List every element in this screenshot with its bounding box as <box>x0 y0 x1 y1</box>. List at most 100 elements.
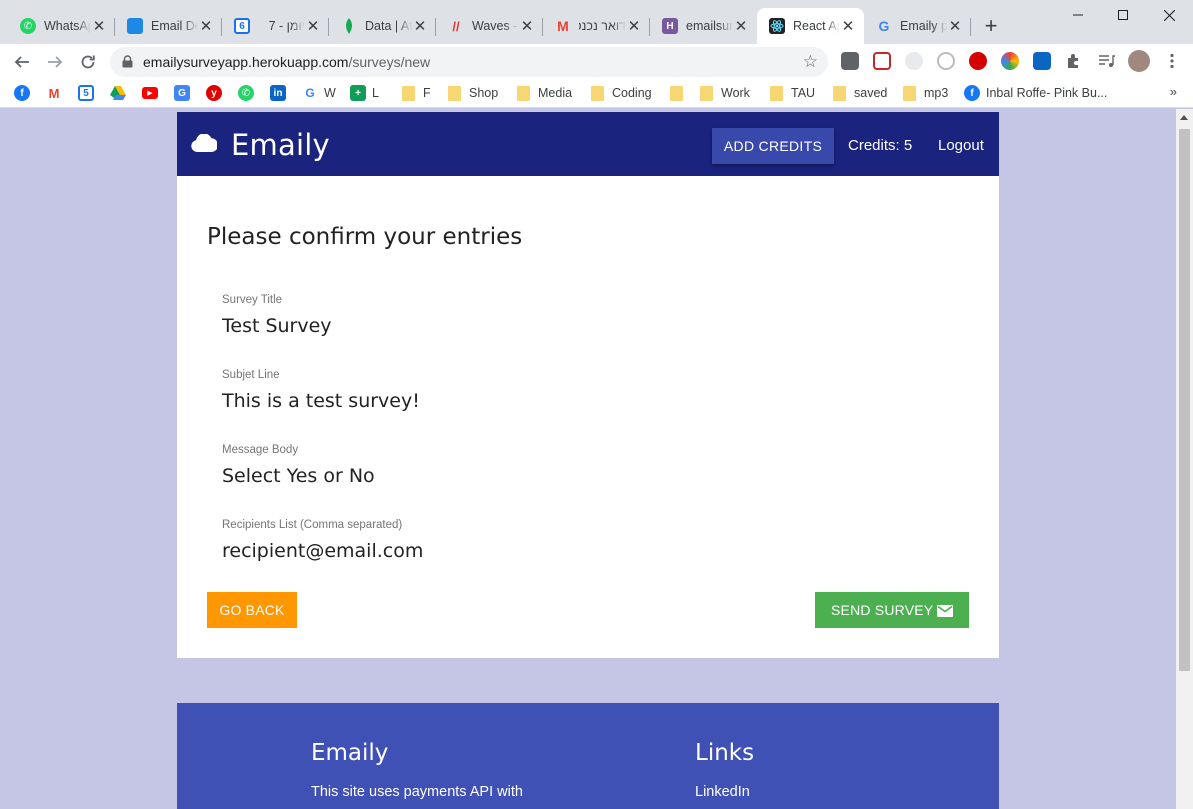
calendar-icon: 6 <box>234 18 250 34</box>
google-icon: G <box>305 86 315 100</box>
tab-whatsapp[interactable]: ✆ WhatsApp ✕ <box>8 8 115 44</box>
tab-label: WhatsApp <box>44 19 91 33</box>
window-close-button[interactable] <box>1146 0 1192 30</box>
bookmark-gmail[interactable]: M <box>46 84 68 102</box>
bookmark-folder-coding[interactable]: Coding <box>591 84 652 102</box>
close-icon[interactable]: ✕ <box>305 17 321 35</box>
reload-icon[interactable] <box>74 48 102 76</box>
bookmark-folder-work[interactable]: Work <box>700 84 750 102</box>
bookmark-inbal-roffe[interactable]: f Inbal Roffe- Pink Bu... <box>964 84 1107 102</box>
bookmark-l[interactable]: + L <box>350 84 379 102</box>
bookmark-folder[interactable] <box>670 84 691 102</box>
lock-icon <box>122 55 133 73</box>
close-icon[interactable]: ✕ <box>198 17 214 35</box>
bookmark-folder-media[interactable]: Media <box>517 84 572 102</box>
avatar[interactable] <box>1128 50 1150 72</box>
puzzle-icon[interactable] <box>1065 52 1083 70</box>
back-arrow-icon[interactable] <box>8 48 36 76</box>
new-tab-button[interactable]: + <box>980 12 1002 40</box>
close-icon[interactable]: ✕ <box>412 17 428 35</box>
review-field-recipients: Recipients List (Comma separated) recipi… <box>222 519 423 562</box>
tab-heroku[interactable]: H emailsurvey ✕ <box>650 8 757 44</box>
forward-arrow-icon[interactable] <box>41 48 69 76</box>
extension-icon[interactable] <box>905 52 923 70</box>
folder-icon <box>448 85 461 101</box>
tab-label: emailsurvey <box>686 19 733 33</box>
bookmark-label: F <box>423 86 431 100</box>
scroll-up-arrow-icon[interactable] <box>1180 115 1188 120</box>
bookmark-translate[interactable]: G <box>174 84 196 102</box>
folder-icon <box>700 85 713 101</box>
email-icon <box>937 604 953 620</box>
tab-calendar[interactable]: 6 יומן - 7 ✕ <box>222 8 329 44</box>
tab-label: Data | Atlas <box>365 19 412 33</box>
whatsapp-icon: ✆ <box>20 18 36 34</box>
scrollbar-thumb[interactable] <box>1179 129 1190 671</box>
vertical-scrollbar[interactable] <box>1176 109 1193 809</box>
page-footer: Emaily This site uses payments API with … <box>177 703 999 809</box>
review-field-message-body: Message Body Select Yes or No <box>222 444 375 487</box>
extension-icon[interactable] <box>841 52 859 70</box>
field-value: This is a test survey! <box>222 390 420 412</box>
review-field-subject-line: Subjet Line This is a test survey! <box>222 369 420 412</box>
add-credits-button[interactable]: ADD CREDITS <box>712 128 834 164</box>
bookmark-facebook[interactable]: f <box>14 84 36 102</box>
tab-gmail[interactable]: M דואר נכנס ✕ <box>543 8 650 44</box>
brand-logo[interactable]: Emaily <box>231 128 330 162</box>
close-icon[interactable]: ✕ <box>91 17 107 35</box>
bookmark-folder-mp3[interactable]: mp3 <box>903 84 948 102</box>
folder-icon <box>903 85 916 101</box>
close-icon[interactable]: ✕ <box>519 17 535 35</box>
bookmark-calendar[interactable]: 5 <box>78 84 100 102</box>
close-icon[interactable]: ✕ <box>626 17 642 35</box>
bookmark-label: Shop <box>469 86 499 100</box>
bookmark-label: L <box>372 86 379 100</box>
bookmark-drive[interactable] <box>110 84 132 102</box>
address-bar[interactable]: emailysurveyapp.herokuapp.com/surveys/ne… <box>110 47 828 77</box>
gmail-icon: M <box>557 18 569 34</box>
adblock-icon[interactable] <box>969 52 987 70</box>
app-navbar: Emaily ADD CREDITS Credits: 5 Logout <box>177 112 999 176</box>
bookmark-star-icon[interactable]: ☆ <box>803 52 818 72</box>
bookmark-folder-saved[interactable]: saved <box>833 84 887 102</box>
logout-link[interactable]: Logout <box>938 137 984 154</box>
extension-icon[interactable] <box>1001 52 1019 70</box>
send-survey-button[interactable]: SEND SURVEY <box>815 592 969 628</box>
folder-icon <box>770 85 783 101</box>
bookmark-folder-f[interactable]: F <box>402 84 431 102</box>
ynet-icon: y <box>206 85 222 101</box>
folder-icon <box>670 85 683 101</box>
close-icon[interactable]: ✕ <box>947 17 963 35</box>
media-control-icon[interactable] <box>1097 52 1115 70</box>
review-field-survey-title: Survey Title Test Survey <box>222 294 332 337</box>
tab-waves[interactable]: // Waves - ✕ <box>436 8 543 44</box>
bookmark-whatsapp[interactable]: ✆ <box>238 84 260 102</box>
footer-about-title: Emaily <box>311 740 389 766</box>
bookmark-linkedin[interactable]: in <box>270 84 292 102</box>
go-back-button[interactable]: GO BACK <box>207 592 297 628</box>
bookmark-w[interactable]: GW <box>302 84 336 102</box>
tab-react-app[interactable]: React App ✕ <box>757 8 864 44</box>
bookmark-label: W <box>324 86 336 100</box>
linkedin-icon[interactable] <box>1033 52 1051 70</box>
drive-icon <box>110 85 126 101</box>
bookmarks-bar: f M 5 ▶ G y ✆ in GW + L F Shop Media Codi… <box>0 78 1193 108</box>
minimize-button[interactable] <box>1055 0 1101 30</box>
tab-email-design[interactable]: Email Design ✕ <box>115 8 222 44</box>
bookmark-folder-tau[interactable]: TAU <box>770 84 815 102</box>
extension-icon[interactable] <box>937 52 955 70</box>
close-icon[interactable]: ✕ <box>840 17 856 35</box>
bookmark-ynet[interactable]: y <box>206 84 228 102</box>
bookmark-folder-shop[interactable]: Shop <box>448 84 498 102</box>
bookmarks-overflow-button[interactable]: » <box>1170 84 1177 99</box>
folder-icon <box>402 85 415 101</box>
tab-atlas[interactable]: Data | Atlas ✕ <box>329 8 436 44</box>
extension-icon[interactable] <box>873 52 891 70</box>
close-icon[interactable]: ✕ <box>733 17 749 35</box>
bookmark-youtube[interactable]: ▶ <box>142 84 164 102</box>
footer-link-linkedin[interactable]: LinkedIn <box>695 782 750 802</box>
footer-links-title: Links <box>695 740 755 766</box>
maximize-button[interactable] <box>1100 0 1146 30</box>
tab-google[interactable]: G Emaily p ✕ <box>864 8 971 44</box>
menu-kebab-icon[interactable] <box>1163 52 1181 70</box>
